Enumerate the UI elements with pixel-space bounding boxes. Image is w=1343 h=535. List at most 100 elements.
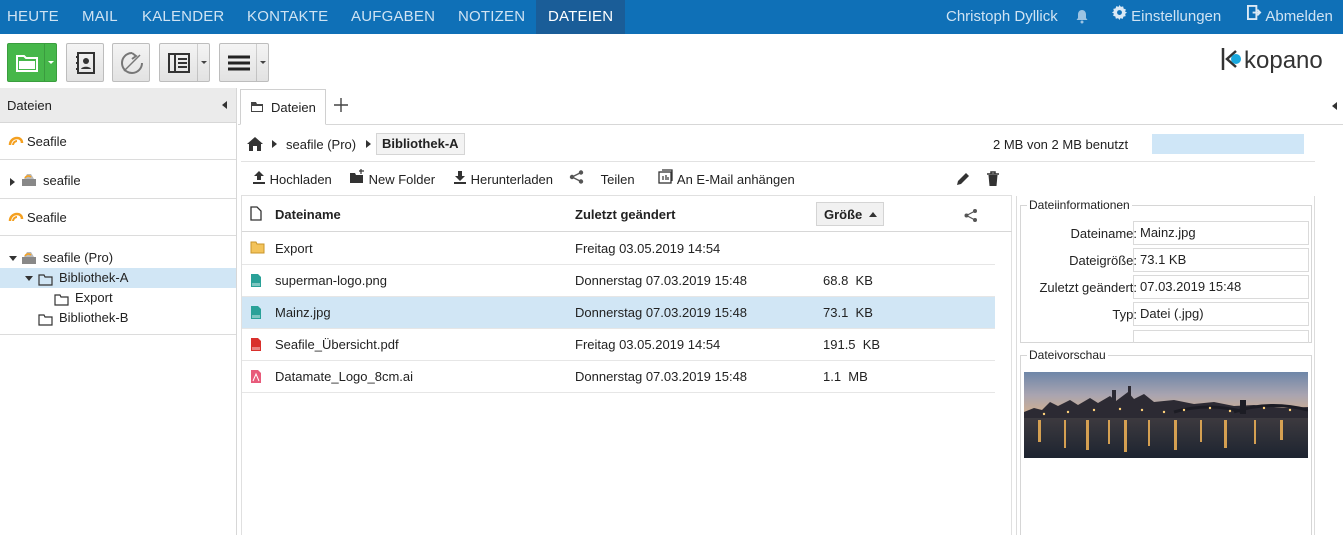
edit-icon[interactable]: [955, 171, 971, 190]
table-row[interactable]: Mainz.jpg Donnerstag 07.03.2019 15:48 73.1…: [242, 297, 995, 329]
attach-icon: [658, 169, 674, 189]
nav-tab-kontakte[interactable]: KONTAKTE: [247, 0, 328, 34]
info-type-label: Typ:: [1112, 307, 1137, 322]
png-file-icon: [250, 273, 262, 288]
column-header-modified[interactable]: Zuletzt geändert: [575, 207, 675, 222]
table-row[interactable]: Datamate_Logo_8cm.ai Donnerstag 07.03.201…: [242, 361, 995, 393]
refresh-button[interactable]: [112, 43, 150, 82]
column-header-size[interactable]: Größe: [816, 202, 884, 226]
top-navigation: HEUTE MAIL KALENDER KONTAKTE AUFGABEN NO…: [0, 0, 1343, 34]
breadcrumb-current[interactable]: Bibliothek-A: [376, 133, 465, 155]
collapse-triangle-icon[interactable]: [9, 256, 17, 261]
info-modified-value: 07.03.2019 15:48: [1133, 275, 1309, 299]
folder-icon: [16, 53, 38, 76]
modified-cell: Donnerstag 07.03.2019 15:48: [575, 305, 748, 320]
chevron-down-icon[interactable]: [44, 44, 56, 81]
file-name-cell: superman-logo.png: [275, 273, 388, 288]
settings-label: Einstellungen: [1131, 8, 1222, 25]
action-bar: Hochladen New Folder Herunterladen Teile…: [241, 162, 1012, 196]
upload-label: Hochladen: [269, 172, 332, 187]
column-header-name[interactable]: Dateiname: [275, 207, 341, 222]
drive-icon: [21, 173, 37, 190]
hamburger-icon: [228, 55, 250, 74]
account-seafile-3[interactable]: Seafile: [0, 200, 236, 236]
settings-button[interactable]: Einstellungen: [1112, 0, 1221, 34]
size-cell: 191.5 KB: [823, 337, 881, 352]
pdf-file-icon: [250, 337, 262, 352]
share-column-icon[interactable]: [964, 209, 978, 225]
main-toolbar: kopano: [0, 34, 1343, 88]
nav-tab-heute[interactable]: HEUTE: [7, 0, 59, 34]
new-folder-button[interactable]: New Folder: [349, 169, 436, 189]
modified-cell: Donnerstag 07.03.2019 15:48: [575, 273, 748, 288]
nav-tab-dateien[interactable]: DATEIEN: [536, 0, 626, 34]
file-name-cell: Export: [275, 241, 313, 256]
size-cell: 73.1 KB: [823, 305, 873, 320]
folder-icon: [250, 241, 265, 254]
menu-button[interactable]: [219, 43, 269, 82]
share-label: Teilen: [600, 172, 635, 187]
chevron-right-icon: [366, 140, 371, 148]
folder-icon: [250, 101, 264, 116]
tree-label: Bibliothek-A: [59, 270, 129, 285]
breadcrumb: seafile (Pro) Bibliothek-A 2 MB von 2 MB…: [241, 125, 1315, 162]
folder-panel-title: Dateien: [7, 98, 52, 113]
gear-icon: [1112, 0, 1127, 32]
collapse-left-icon[interactable]: [222, 101, 227, 109]
table-row[interactable]: Seafile_Übersicht.pdf Freitag 03.05.2019 …: [242, 329, 995, 361]
folder-outline-icon: [38, 312, 53, 332]
download-button[interactable]: Herunterladen: [453, 170, 553, 189]
nav-tab-kalender[interactable]: KALENDER: [142, 0, 224, 34]
info-name-value: Mainz.jpg: [1133, 221, 1309, 245]
logout-button[interactable]: Abmelden: [1247, 0, 1333, 34]
account-seafile-2[interactable]: seafile: [0, 161, 236, 199]
tree-item-bibliothek-b[interactable]: Bibliothek-B: [0, 308, 236, 328]
table-row[interactable]: Export Freitag 03.05.2019 14:54: [242, 233, 995, 265]
add-tab-button[interactable]: [333, 97, 349, 113]
tab-dateien[interactable]: Dateien: [240, 89, 326, 125]
collapse-triangle-icon[interactable]: [25, 276, 33, 281]
tree-item-export[interactable]: Export: [0, 288, 236, 308]
breadcrumb-root[interactable]: seafile (Pro): [286, 137, 356, 152]
refresh-icon: [120, 51, 144, 78]
plus-icon: [333, 98, 349, 116]
tree-item-bibliothek-a[interactable]: Bibliothek-A: [0, 268, 236, 288]
chevron-down-icon[interactable]: [256, 44, 268, 81]
nav-tab-notizen[interactable]: NOTIZEN: [458, 0, 525, 34]
file-grid: Dateiname Zuletzt geändert Größe Export F…: [241, 196, 1012, 535]
tree-root-seafile-pro[interactable]: seafile (Pro): [0, 248, 236, 268]
file-name-cell: Mainz.jpg: [275, 305, 331, 320]
nav-tab-aufgaben[interactable]: AUFGABEN: [351, 0, 435, 34]
modified-cell: Donnerstag 07.03.2019 15:48: [575, 369, 748, 384]
account-seafile-1[interactable]: Seafile: [0, 124, 236, 160]
folder-panel: Dateien Seafile seafile Seafile seafile …: [0, 88, 237, 535]
kopano-logo: kopano: [1220, 46, 1335, 74]
new-folder-label: New Folder: [368, 172, 436, 187]
chevron-down-icon[interactable]: [197, 44, 209, 81]
tree-label: Bibliothek-B: [59, 310, 129, 325]
attach-email-button[interactable]: An E-Mail anhängen: [658, 169, 795, 189]
user-name[interactable]: Christoph Dyllick: [946, 0, 1058, 34]
new-file-button[interactable]: [7, 43, 57, 82]
home-icon[interactable]: [247, 137, 263, 154]
upload-button[interactable]: Hochladen: [252, 170, 332, 189]
expand-triangle-icon[interactable]: [10, 178, 15, 186]
tab-label: Dateien: [271, 100, 316, 115]
account-label: Seafile: [27, 134, 67, 149]
file-name-cell: Seafile_Übersicht.pdf: [275, 337, 399, 352]
file-preview-legend: Dateivorschau: [1027, 348, 1108, 362]
collapse-right-icon[interactable]: [1332, 102, 1337, 110]
new-folder-icon: [349, 169, 365, 189]
trash-icon[interactable]: [986, 171, 1000, 190]
table-row[interactable]: superman-logo.png Donnerstag 07.03.2019 1…: [242, 265, 995, 297]
logout-icon: [1247, 0, 1262, 32]
info-modified-label: Zuletzt geändert:: [1039, 280, 1137, 295]
share-button[interactable]: Teilen: [569, 169, 635, 189]
grid-header: Dateiname Zuletzt geändert Größe: [242, 196, 1012, 232]
bell-icon[interactable]: [1075, 0, 1089, 34]
quota-text: 2 MB von 2 MB benutzt: [993, 137, 1129, 152]
info-extra-field: [1133, 330, 1309, 343]
view-mode-button[interactable]: [159, 43, 210, 82]
nav-tab-mail[interactable]: MAIL: [82, 0, 118, 34]
address-book-button[interactable]: [66, 43, 104, 82]
